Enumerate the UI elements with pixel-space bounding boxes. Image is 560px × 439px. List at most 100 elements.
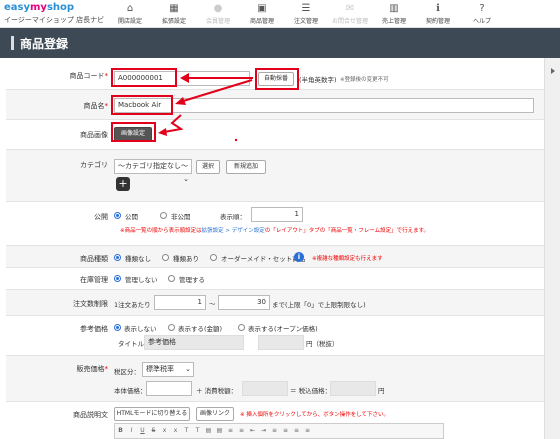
tax-amount-input bbox=[242, 381, 288, 396]
stock-label: 在庫管理 bbox=[80, 276, 108, 284]
public-radio[interactable] bbox=[114, 212, 121, 219]
logo-subtitle: イージーマイショップ 店長ナビ bbox=[4, 16, 105, 24]
order-max-input[interactable]: 30 bbox=[218, 295, 270, 310]
nav-item-products[interactable]: ▣ 商品管理 bbox=[240, 0, 284, 28]
tax-class-label: 税区分： bbox=[114, 368, 140, 376]
nav-item-help[interactable]: ? ヘルプ bbox=[460, 0, 504, 28]
order-limit-suffix: まで(上限「0」で上限制限なし) bbox=[272, 301, 366, 309]
order-limit-tilde: 〜 bbox=[209, 300, 216, 308]
ref-price-input[interactable] bbox=[258, 335, 304, 350]
indent-icon[interactable]: ⇥ bbox=[259, 427, 268, 435]
design-settings-link[interactable]: 拡張設定 > デザイン設定 bbox=[202, 228, 265, 234]
align-justify-icon[interactable]: ≡ bbox=[303, 427, 312, 435]
strikethrough-icon[interactable]: S bbox=[149, 427, 158, 435]
subscript-icon[interactable]: x bbox=[160, 427, 169, 435]
info-icon[interactable]: i bbox=[294, 252, 304, 262]
ref-hide-radio[interactable] bbox=[114, 324, 121, 331]
public-note: ※商品一覧の順から表示順設定は拡張設定 > デザイン設定の「レイアウト」タブの「… bbox=[120, 228, 430, 234]
nav-item-sales[interactable]: ▥ 売上管理 bbox=[372, 0, 416, 28]
order-min-input[interactable]: 1 bbox=[154, 295, 206, 310]
category-select[interactable]: 〜カテゴリ指定なし〜 ⌄ bbox=[114, 159, 192, 183]
ref-title-input[interactable]: 参考価格 bbox=[144, 335, 244, 350]
align-left-icon[interactable]: ≡ bbox=[270, 427, 279, 435]
stock-none-radio[interactable] bbox=[114, 275, 121, 282]
app-logo[interactable]: easymyshop イージーマイショップ 店長ナビ bbox=[4, 2, 114, 26]
type-none-radio[interactable] bbox=[114, 254, 121, 261]
category-select-button[interactable]: 選択 bbox=[196, 160, 220, 174]
description-label: 商品説明文 bbox=[73, 411, 108, 419]
type-none-label: 種類なし bbox=[125, 255, 151, 263]
type-exists-radio[interactable] bbox=[162, 254, 169, 261]
background-color-icon[interactable]: T bbox=[193, 427, 202, 435]
info-icon: ℹ bbox=[436, 3, 440, 14]
ref-open-label: 表示する(オープン価格) bbox=[248, 325, 318, 333]
annotation-arrows bbox=[158, 73, 253, 142]
nav-item-contract[interactable]: ℹ 契約管理 bbox=[416, 0, 460, 28]
ref-price-unit: 円（税抜） bbox=[306, 340, 339, 348]
product-form: 商品コード* A000000001 自動採番 (半角英数字) ※登録後の変更不可… bbox=[6, 58, 544, 439]
tax-included-input bbox=[330, 381, 376, 396]
product-type-label: 商品種類 bbox=[80, 255, 108, 263]
bold-icon[interactable]: B bbox=[116, 427, 125, 435]
nav-item-inquiries[interactable]: ✉ お問合せ管理 bbox=[328, 0, 372, 28]
row-public: 公開 公開 非公開 表示順： 1 ※商品一覧の順から表示順設定は拡張設定 > デ… bbox=[6, 202, 544, 246]
side-panel-toggle[interactable] bbox=[544, 58, 560, 439]
user-icon: ● bbox=[213, 3, 223, 14]
row-product-type: 商品種類 種類なし 種類あり オーダーメイド・セット商品 i ※複雑な種類設定も… bbox=[6, 246, 544, 268]
ref-hide-label: 表示しない bbox=[124, 325, 157, 333]
row-stock: 在庫管理 管理しない 管理する bbox=[6, 268, 544, 290]
row-sale-price: 販売価格* 税区分： 標準税率 ⌄ 本体価格： ＋ 消費税額： ＝ 税込価格： 円 bbox=[6, 356, 544, 402]
stock-manage-radio[interactable] bbox=[168, 275, 175, 282]
ref-amount-radio[interactable] bbox=[168, 324, 175, 331]
superscript-icon[interactable]: x bbox=[171, 427, 180, 435]
editor-toolbar: B I U Sx x T T ▤ ▤ ≡ ≡ ⇤ ⇥ ≡ ≡ ≡ ≡ bbox=[114, 423, 444, 439]
product-type-note: ※複雑な種類設定も行えます bbox=[312, 256, 383, 262]
category-new-button[interactable]: 新規追加 bbox=[226, 160, 266, 174]
align-right-icon[interactable]: ≡ bbox=[292, 427, 301, 435]
page-header: 商品登録 bbox=[0, 28, 560, 58]
nav-item-members[interactable]: ● 会員管理 bbox=[196, 0, 240, 28]
page-title: 商品登録 bbox=[20, 37, 69, 51]
stock-manage-label: 管理する bbox=[179, 276, 205, 284]
type-custom-radio[interactable] bbox=[210, 254, 217, 261]
list-icon: ☰ bbox=[301, 3, 311, 14]
private-radio[interactable] bbox=[160, 212, 167, 219]
home-icon: ⌂ bbox=[126, 3, 134, 14]
underline-icon[interactable]: U bbox=[138, 427, 147, 435]
add-category-icon[interactable]: + bbox=[116, 177, 130, 191]
question-icon: ? bbox=[479, 3, 485, 14]
numbered-list-icon[interactable]: ≡ bbox=[226, 427, 235, 435]
tax-included-label: ＝ 税込価格： bbox=[290, 387, 332, 395]
outdent-icon[interactable]: ⇤ bbox=[248, 427, 257, 435]
public-label: 公開 bbox=[94, 213, 108, 221]
logo-wordmark: easymyshop bbox=[4, 2, 75, 13]
header-accent-bar bbox=[11, 36, 14, 50]
base-price-input[interactable] bbox=[146, 381, 192, 396]
box-icon: ▣ bbox=[257, 3, 267, 14]
font-color-icon[interactable]: T bbox=[182, 427, 191, 435]
paste-word-icon[interactable]: ▤ bbox=[215, 427, 224, 435]
nav-item-orders[interactable]: ☰ 注文管理 bbox=[284, 0, 328, 28]
reference-price-label: 参考価格 bbox=[80, 325, 108, 333]
sale-price-unit: 円 bbox=[378, 387, 385, 395]
ref-amount-label: 表示する(金額) bbox=[178, 325, 223, 333]
stock-none-label: 管理しない bbox=[125, 276, 158, 284]
ref-open-radio[interactable] bbox=[238, 324, 245, 331]
display-order-label: 表示順： bbox=[220, 213, 246, 221]
nav-item-store-settings[interactable]: ⌂ 開店設定 bbox=[108, 0, 152, 28]
display-order-input[interactable]: 1 bbox=[251, 207, 303, 222]
order-limit-prefix: 1注文あたり bbox=[114, 301, 151, 309]
description-note: ※ 挿入個所をクリックしてから、ボタン操作をして下さい。 bbox=[240, 412, 390, 418]
align-center-icon[interactable]: ≡ bbox=[281, 427, 290, 435]
html-mode-button[interactable]: HTMLモードに切り替える bbox=[114, 407, 190, 421]
row-reference-price: 参考価格 表示しない 表示する(金額) 表示する(オープン価格) タイトル： 参… bbox=[6, 316, 544, 356]
paste-text-icon[interactable]: ▤ bbox=[204, 427, 213, 435]
bulleted-list-icon[interactable]: ≡ bbox=[237, 427, 246, 435]
grid-icon: ▦ bbox=[169, 3, 179, 14]
image-link-button[interactable]: 画像リンク bbox=[196, 407, 234, 421]
italic-icon[interactable]: I bbox=[127, 427, 136, 435]
nav-item-extended-settings[interactable]: ▦ 拡張設定 bbox=[152, 0, 196, 28]
tax-class-select[interactable]: 標準税率 ⌄ bbox=[142, 362, 194, 377]
category-label: カテゴリ bbox=[80, 161, 108, 169]
chart-icon: ▥ bbox=[389, 3, 399, 14]
